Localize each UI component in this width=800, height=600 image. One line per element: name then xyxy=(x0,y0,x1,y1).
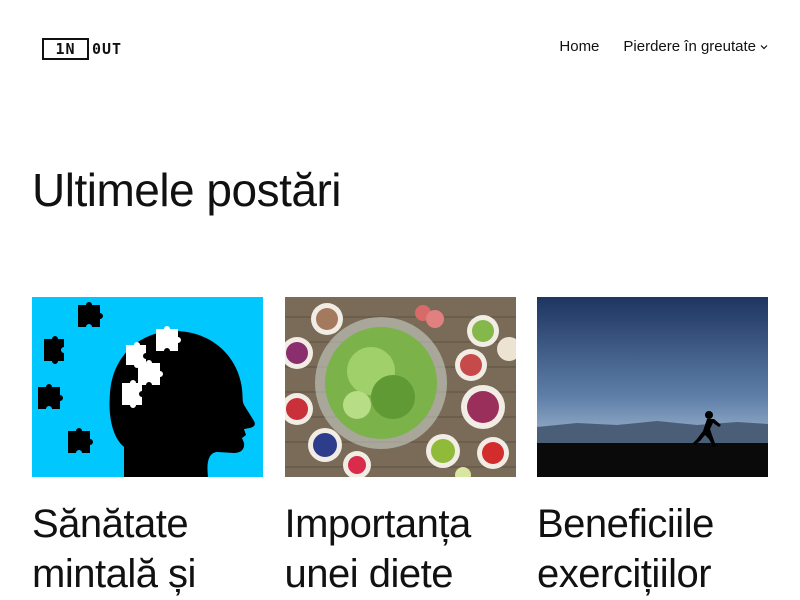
posts-grid: Sănătate mintală și Importanța unei diet… xyxy=(32,297,768,599)
logo-tail-text: 0UT xyxy=(92,40,123,58)
site-logo[interactable]: 1N 0UT xyxy=(42,36,122,62)
page-title: Ultimele postări xyxy=(32,164,342,216)
runner-silhouette-image[interactable] xyxy=(537,297,768,477)
chevron-down-icon[interactable] xyxy=(760,43,768,51)
post-card: Beneficiile exercițiilor xyxy=(537,297,768,599)
logo-boxed-text: 1N xyxy=(42,38,89,60)
post-title-link[interactable]: Importanța unei diete xyxy=(285,502,472,596)
mental-health-image[interactable] xyxy=(32,297,263,477)
page: 1N 0UT Home Pierdere în greutate Ultimel… xyxy=(0,0,800,600)
post-title-link[interactable]: Beneficiile exercițiilor xyxy=(537,502,714,596)
post-title: Importanța unei diete xyxy=(285,499,516,599)
post-thumbnail-link[interactable] xyxy=(32,297,263,477)
post-card: Importanța unei diete xyxy=(284,297,516,599)
nav-item-weight-loss[interactable]: Pierdere în greutate xyxy=(623,38,768,55)
salad-bowls-image[interactable] xyxy=(284,297,516,477)
post-title: Beneficiile exercițiilor xyxy=(537,499,768,599)
nav-item-weight-loss-label[interactable]: Pierdere în greutate xyxy=(623,38,756,55)
post-thumbnail-link[interactable] xyxy=(537,297,768,477)
site-header: 1N 0UT Home Pierdere în greutate xyxy=(0,0,800,96)
post-title: Sănătate mintală și xyxy=(32,499,263,599)
post-card: Sănătate mintală și xyxy=(32,297,263,599)
post-thumbnail-link[interactable] xyxy=(284,297,516,477)
nav-item-home[interactable]: Home xyxy=(559,38,599,55)
post-title-link[interactable]: Sănătate mintală și xyxy=(32,502,196,596)
main-navigation: Home Pierdere în greutate xyxy=(559,38,768,55)
